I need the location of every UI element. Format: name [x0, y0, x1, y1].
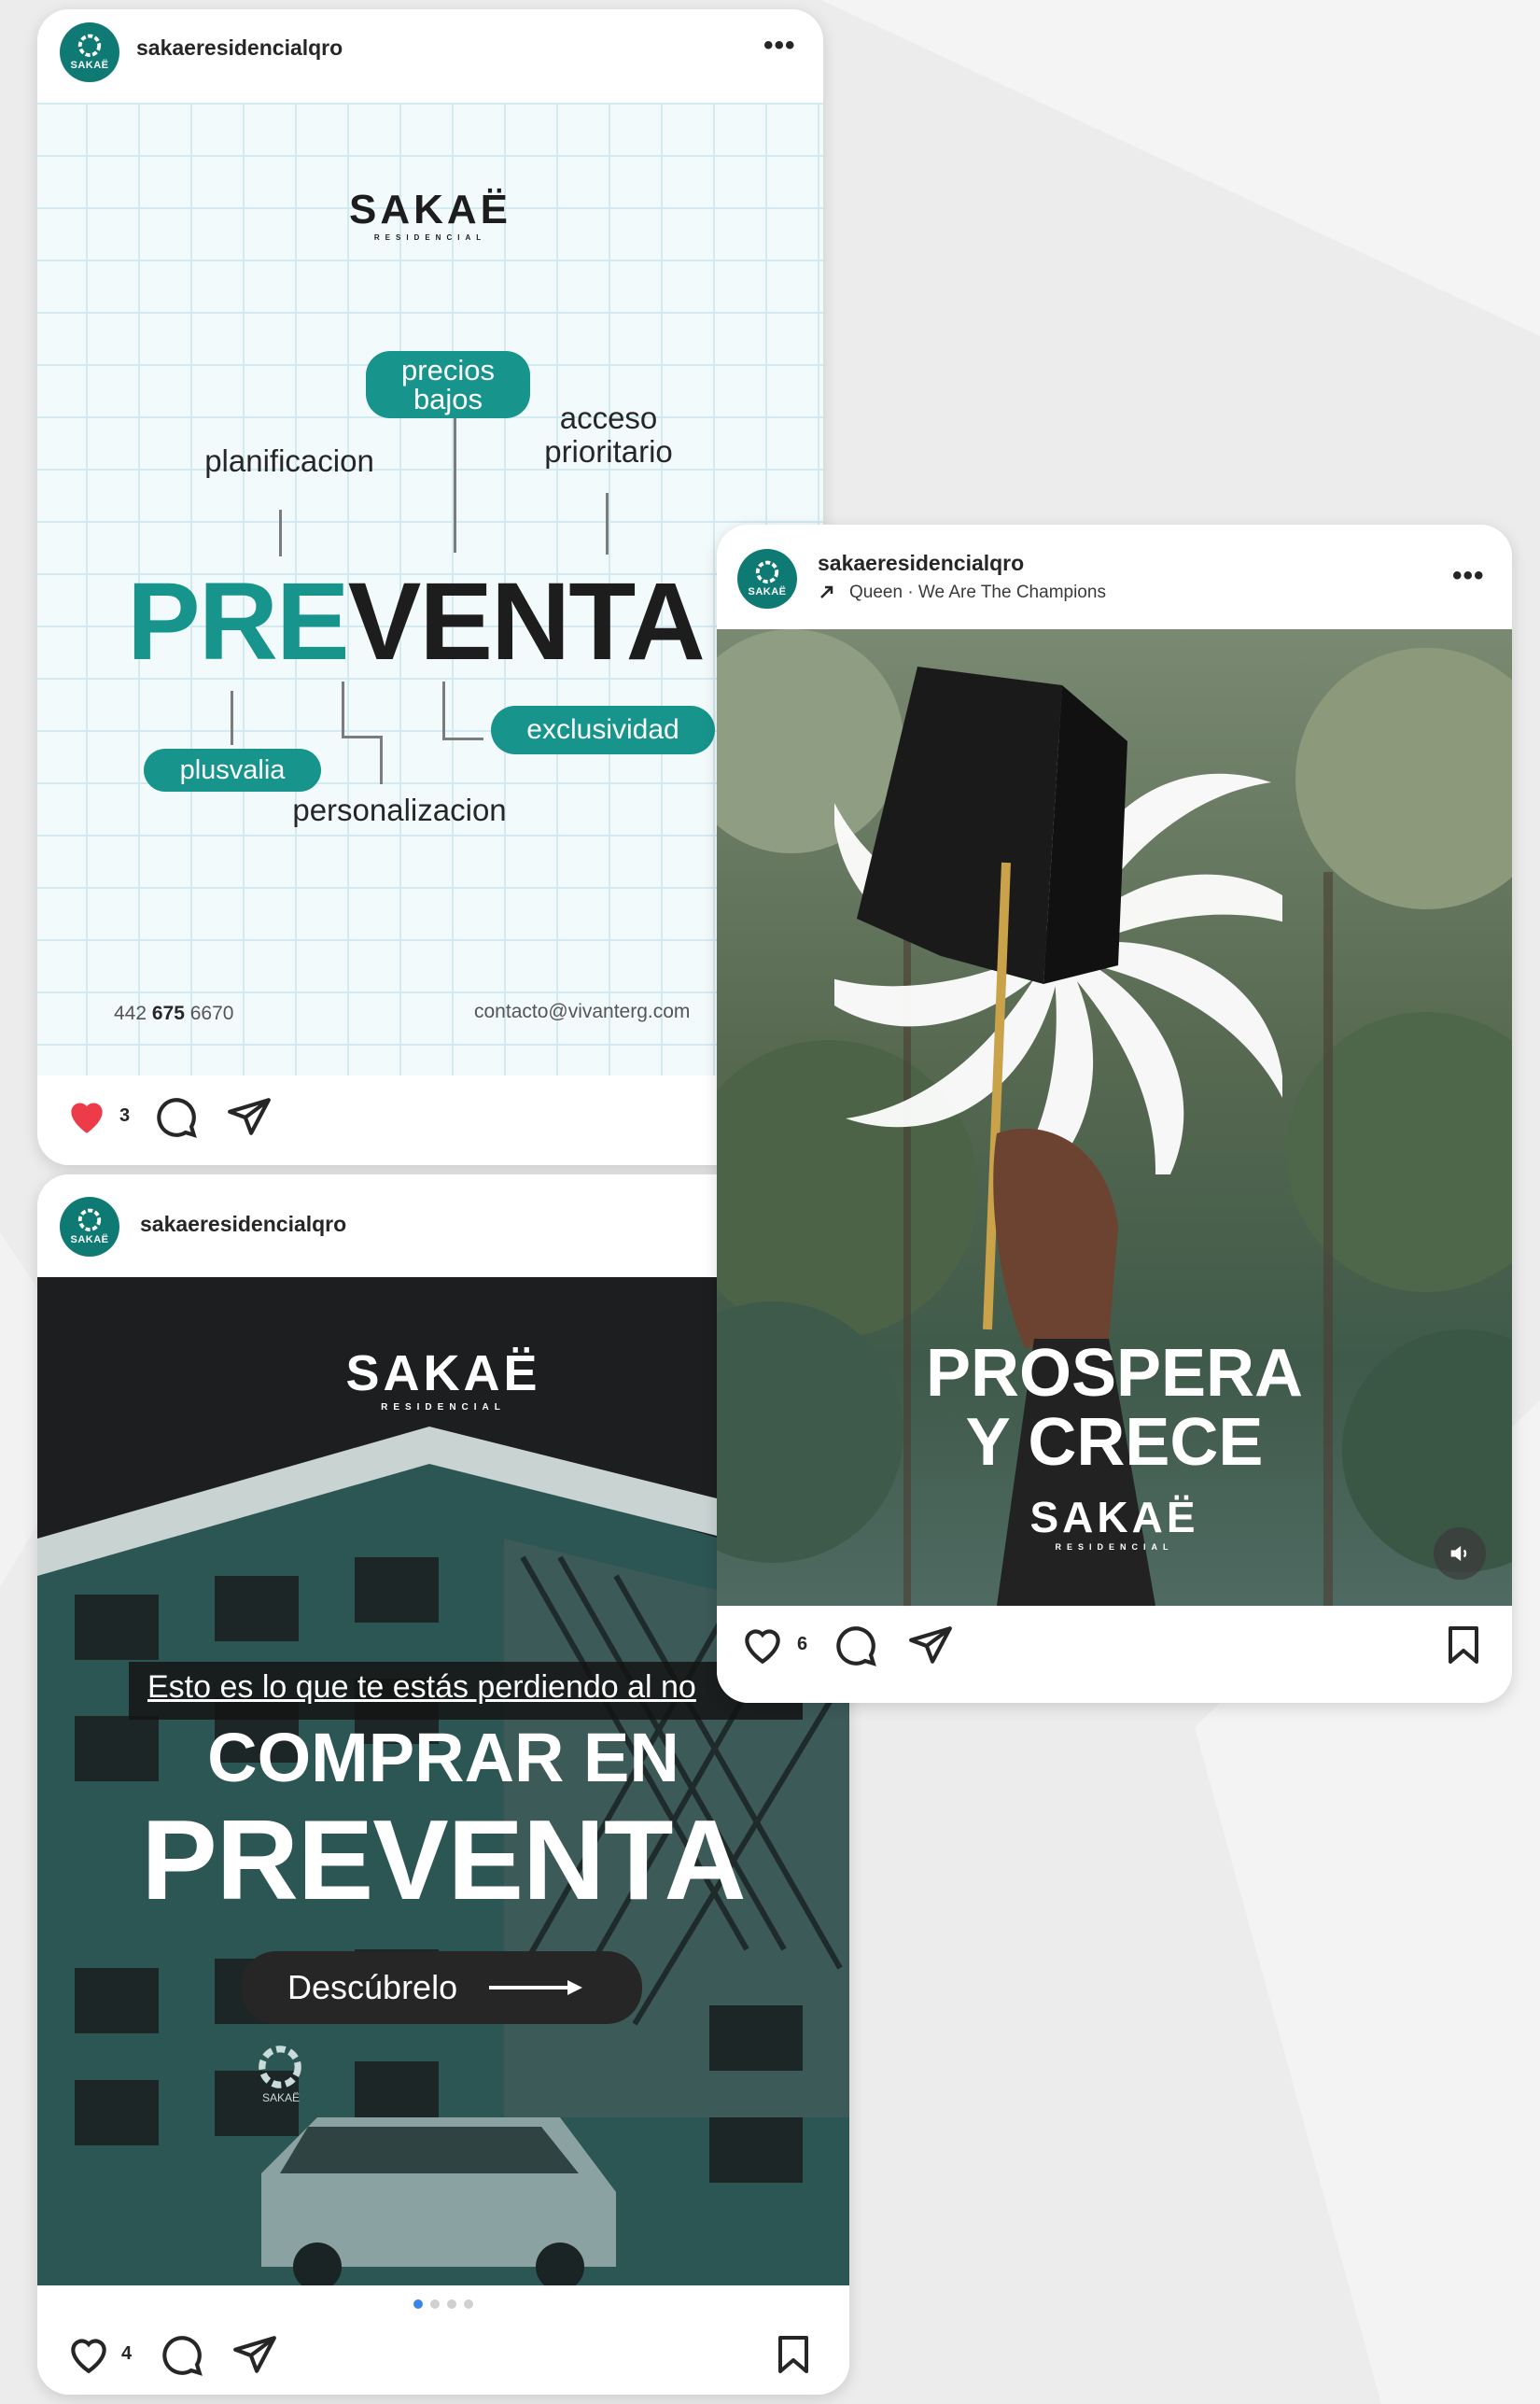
avatar-label: SAKAË	[748, 586, 787, 598]
more-icon[interactable]: •••	[763, 30, 796, 62]
brand-subtitle: RESIDENCIAL	[1055, 1542, 1174, 1552]
connector-line	[380, 736, 383, 784]
headline-preventa: PREVENTA	[141, 1796, 746, 1923]
pill-plusvalia: plusvalia	[144, 749, 321, 792]
logo-icon	[77, 34, 102, 57]
avatar-label: SAKAË	[70, 60, 109, 72]
pill-precios-bajos: precios bajos	[366, 351, 530, 418]
bookmark-icon[interactable]	[771, 2332, 816, 2377]
phone-number: 442 675 6670	[114, 1003, 233, 1025]
share-icon[interactable]	[231, 2332, 278, 2379]
headline-prospera: PROSPERA	[925, 1336, 1304, 1411]
avatar[interactable]: SAKAË	[60, 22, 119, 82]
heart-icon[interactable]	[63, 1092, 110, 1139]
label-personalizacion: personalizacion	[292, 793, 507, 827]
like-count: 4	[121, 2343, 133, 2364]
post-actions: 3	[37, 1075, 823, 1165]
brand-subtitle: RESIDENCIAL	[373, 233, 487, 242]
discover-button[interactable]: Descúbrelo	[241, 1951, 642, 2024]
connector-line	[442, 682, 445, 739]
music-track[interactable]: Queen · We Are The Champions	[849, 583, 1106, 603]
like-count: 3	[119, 1105, 131, 1126]
headline-part-dark: VENTA	[347, 560, 706, 683]
connector-line	[342, 682, 344, 738]
phone-prefix: 442	[114, 1003, 152, 1024]
share-icon[interactable]	[226, 1094, 273, 1141]
more-icon[interactable]: •••	[1452, 560, 1485, 592]
phone-bold: 675	[151, 1003, 185, 1024]
share-icon[interactable]	[907, 1623, 954, 1669]
connector-line	[442, 738, 483, 740]
carousel-dot[interactable]	[430, 2299, 440, 2309]
contact-email: contacto@vivanterg.com	[474, 1001, 691, 1022]
carousel-dot[interactable]	[413, 2299, 423, 2309]
comment-icon[interactable]	[153, 1094, 200, 1141]
pill-exclusividad: exclusividad	[491, 706, 715, 754]
connector-line	[279, 510, 282, 556]
headline-comprar-en: COMPRAR EN	[207, 1719, 679, 1796]
connector-line	[342, 736, 383, 738]
carousel-dot[interactable]	[464, 2299, 473, 2309]
headline-part-teal: PRE	[127, 560, 350, 683]
music-arrow-icon	[820, 585, 833, 598]
bookmark-icon[interactable]	[1441, 1623, 1486, 1667]
post-image: SAKAË RESIDENCIAL precios bajos acceso p…	[37, 103, 823, 1075]
brand-logo: SAKAË	[1029, 1493, 1199, 1541]
avatar[interactable]: SAKAË	[60, 1197, 119, 1257]
username[interactable]: sakaeresidencialqro	[818, 551, 1024, 576]
username[interactable]: sakaeresidencialqro	[140, 1212, 346, 1237]
label-planificacion: planificacion	[204, 443, 374, 478]
arrow-right-icon	[489, 1980, 583, 1995]
logo-icon	[755, 560, 779, 583]
sakae-sign-icon	[259, 2046, 301, 2088]
comment-icon[interactable]	[833, 1623, 879, 1669]
post-actions: 6	[717, 1606, 1512, 1703]
connector-line	[231, 691, 233, 745]
overlay-subtitle: Esto es lo que te estás perdiendo al no	[147, 1669, 696, 1705]
carousel-indicator	[37, 2297, 849, 2313]
connector-line	[454, 418, 456, 553]
carousel-dot[interactable]	[447, 2299, 456, 2309]
discover-label: Descúbrelo	[287, 1968, 458, 2006]
post-actions: 4	[37, 2285, 849, 2395]
post-header: SAKAË sakaeresidencialqro •••	[37, 9, 823, 103]
brand-logo: SAKAË	[348, 187, 512, 232]
sound-icon	[1450, 1545, 1467, 1562]
label-acceso-prioritario: acceso prioritario	[544, 401, 673, 470]
phone-suffix: 6670	[184, 1003, 234, 1024]
heart-icon[interactable]	[65, 2330, 112, 2377]
avatar[interactable]: SAKAË	[737, 549, 797, 609]
post-video: PROSPERA Y CRECE SAKAË RESIDENCIAL	[717, 629, 1512, 1606]
headline-y-crece: Y CRECE	[965, 1405, 1264, 1480]
connector-line	[606, 493, 609, 555]
post-header: SAKAË sakaeresidencialqro Queen · We Are…	[717, 525, 1512, 629]
post-card-preventa: SAKAË sakaeresidencialqro ••• SAKAË RESI…	[37, 9, 823, 1165]
post-card-prospera: SAKAË sakaeresidencialqro Queen · We Are…	[717, 525, 1512, 1703]
building-sign-text: SAKAË	[261, 2091, 301, 2104]
comment-icon[interactable]	[159, 2332, 205, 2379]
headline-preventa: PREVENTA	[127, 558, 706, 685]
heart-icon[interactable]	[739, 1621, 786, 1667]
logo-icon	[77, 1208, 102, 1231]
like-count: 6	[797, 1634, 808, 1654]
sound-toggle-button[interactable]	[1434, 1527, 1486, 1580]
username[interactable]: sakaeresidencialqro	[136, 35, 343, 61]
avatar-label: SAKAË	[70, 1234, 109, 1246]
